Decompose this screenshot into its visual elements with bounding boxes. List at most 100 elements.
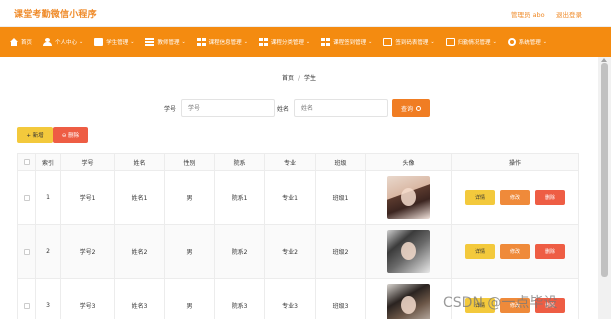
nav-item-course-info[interactable]: 课程信息管理 ⌄ bbox=[196, 38, 248, 46]
cell-index: 1 bbox=[35, 170, 61, 225]
nav-label: 教师管理 bbox=[157, 40, 180, 46]
nav-item-checkin-code[interactable]: 签到码表管理 ⌄ bbox=[383, 38, 435, 46]
watermark: CSDN @一点毕设 bbox=[443, 295, 558, 311]
row-checkbox[interactable] bbox=[23, 302, 30, 309]
cell-gender: 男 bbox=[164, 170, 215, 225]
search-button[interactable]: 查询 bbox=[392, 99, 430, 117]
row-checkbox[interactable] bbox=[23, 248, 30, 255]
bulk-delete-button[interactable]: ⊖ 删除 bbox=[53, 127, 88, 143]
nav-item-system[interactable]: 系统管理 ⌄ bbox=[507, 38, 547, 46]
grid-icon bbox=[321, 38, 331, 46]
detail-label: 详情 bbox=[474, 249, 485, 255]
scrollbar-thumb[interactable] bbox=[601, 63, 608, 277]
main-content: 首页/学生 学号 姓名 查询 + 新增 ⊖ 删除 索引 学号 姓名 性别 院系 … bbox=[0, 57, 598, 319]
chevron-down-icon: ⌄ bbox=[368, 39, 373, 45]
edit-label: 修改 bbox=[509, 195, 520, 201]
cell-student-no: 学号2 bbox=[60, 224, 115, 279]
nav-label: 首页 bbox=[21, 40, 33, 46]
row-select-cell[interactable] bbox=[17, 170, 36, 225]
search-icon bbox=[416, 105, 421, 111]
col-header: 操作 bbox=[451, 153, 579, 171]
name-label: 姓名 bbox=[277, 106, 290, 113]
scroll-up-arrow-icon[interactable] bbox=[601, 58, 607, 62]
nav-item-course-category[interactable]: 课程分类管理 ⌄ bbox=[258, 38, 311, 46]
cell-student-no: 学号1 bbox=[60, 170, 115, 225]
cell-avatar bbox=[365, 170, 452, 225]
nav-label: 课程签到管理 bbox=[333, 40, 367, 46]
nav-item-course-checkin[interactable]: 课程签到管理 ⌄ bbox=[321, 38, 372, 46]
grid-icon bbox=[196, 38, 206, 46]
breadcrumb-home[interactable]: 首页 bbox=[282, 75, 294, 82]
edit-button[interactable]: 修改 bbox=[500, 244, 530, 259]
col-header: 专业 bbox=[264, 153, 316, 171]
calendar-icon bbox=[383, 38, 393, 46]
box-icon bbox=[94, 38, 104, 46]
add-button[interactable]: + 新增 bbox=[17, 127, 53, 143]
list-icon bbox=[145, 38, 155, 46]
chevron-down-icon: ⌄ bbox=[492, 39, 497, 45]
search-button-label: 查询 bbox=[400, 106, 413, 113]
breadcrumb-separator: / bbox=[297, 75, 301, 82]
row-select-cell[interactable] bbox=[17, 224, 36, 279]
nav-item-home[interactable]: 首页 bbox=[10, 38, 32, 46]
table-row: 2 学号2 姓名2 男 院系2 专业2 班级2 详情 修改 删除 bbox=[17, 224, 579, 279]
cell-avatar bbox=[365, 278, 452, 319]
detail-button[interactable]: 详情 bbox=[465, 244, 495, 259]
col-header: 性别 bbox=[164, 153, 215, 171]
col-header: 头像 bbox=[365, 153, 452, 171]
current-user: 管理员 abo bbox=[511, 11, 545, 19]
logout-link[interactable]: 退出登录 bbox=[556, 9, 582, 19]
cell-index: 2 bbox=[35, 224, 61, 279]
chevron-down-icon: ⌄ bbox=[305, 39, 311, 45]
delete-button[interactable]: 删除 bbox=[535, 190, 565, 205]
student-no-input[interactable] bbox=[181, 99, 275, 117]
student-no-label: 学号 bbox=[164, 106, 177, 113]
cell-dept: 院系2 bbox=[214, 224, 265, 279]
cell-name: 姓名1 bbox=[114, 170, 165, 225]
cell-index: 3 bbox=[35, 278, 61, 319]
chevron-down-icon: ⌄ bbox=[130, 39, 135, 45]
chevron-down-icon: ⌄ bbox=[430, 39, 435, 45]
nav-item-attendance[interactable]: 归勤情况管理 ⌄ bbox=[445, 38, 497, 46]
delete-label: 删除 bbox=[544, 195, 555, 201]
chevron-down-icon: ⌄ bbox=[542, 39, 547, 45]
table-header-row: 索引 学号 姓名 性别 院系 专业 班级 头像 操作 bbox=[17, 153, 579, 171]
edit-label: 修改 bbox=[509, 249, 520, 255]
top-header: 课堂考勤微信小程序 管理员 abo 退出登录 bbox=[0, 0, 611, 27]
cell-gender: 男 bbox=[164, 278, 215, 319]
nav-item-teachers[interactable]: 教师管理 ⌄ bbox=[145, 38, 186, 46]
cell-name: 姓名3 bbox=[114, 278, 165, 319]
cell-major: 专业2 bbox=[264, 224, 316, 279]
detail-button[interactable]: 详情 bbox=[465, 190, 495, 205]
app-title: 课堂考勤微信小程序 bbox=[14, 10, 97, 20]
cell-class: 班级2 bbox=[315, 224, 366, 279]
col-header: 班级 bbox=[315, 153, 366, 171]
name-input[interactable] bbox=[294, 99, 388, 117]
nav-label: 课程信息管理 bbox=[208, 40, 242, 46]
col-header: 院系 bbox=[214, 153, 265, 171]
nav-label: 课程分类管理 bbox=[270, 40, 304, 46]
row-checkbox[interactable] bbox=[23, 194, 30, 201]
select-all-checkbox[interactable] bbox=[23, 159, 30, 165]
row-select-cell[interactable] bbox=[17, 278, 36, 319]
cell-name: 姓名2 bbox=[114, 224, 165, 279]
nav-item-students[interactable]: 学生管理 ⌄ bbox=[94, 38, 134, 46]
breadcrumb: 首页 / 学生 bbox=[0, 73, 598, 82]
user-icon bbox=[43, 38, 53, 46]
avatar bbox=[387, 284, 430, 319]
cell-major: 专业3 bbox=[264, 278, 316, 319]
cell-actions: 详情 修改 删除 bbox=[451, 224, 579, 279]
nav-label: 系统管理 bbox=[518, 40, 541, 46]
avatar bbox=[387, 230, 430, 273]
cell-avatar bbox=[365, 224, 452, 279]
select-all-cell[interactable] bbox=[17, 153, 36, 171]
col-header: 索引 bbox=[35, 153, 61, 171]
calendar-icon bbox=[445, 38, 455, 46]
nav-item-profile[interactable]: 个人中心 ⌄ bbox=[43, 38, 83, 46]
chevron-down-icon: ⌄ bbox=[181, 39, 186, 45]
edit-button[interactable]: 修改 bbox=[500, 190, 530, 205]
main-nav: 首页 个人中心 ⌄ 学生管理 ⌄ 教师管理 ⌄ 课程信息管理 ⌄ 课程分类管理 ⌄ 课程签… bbox=[0, 27, 611, 57]
nav-label: 签到码表管理 bbox=[395, 40, 429, 46]
delete-button[interactable]: 删除 bbox=[535, 244, 565, 259]
nav-label: 个人中心 bbox=[55, 40, 78, 46]
